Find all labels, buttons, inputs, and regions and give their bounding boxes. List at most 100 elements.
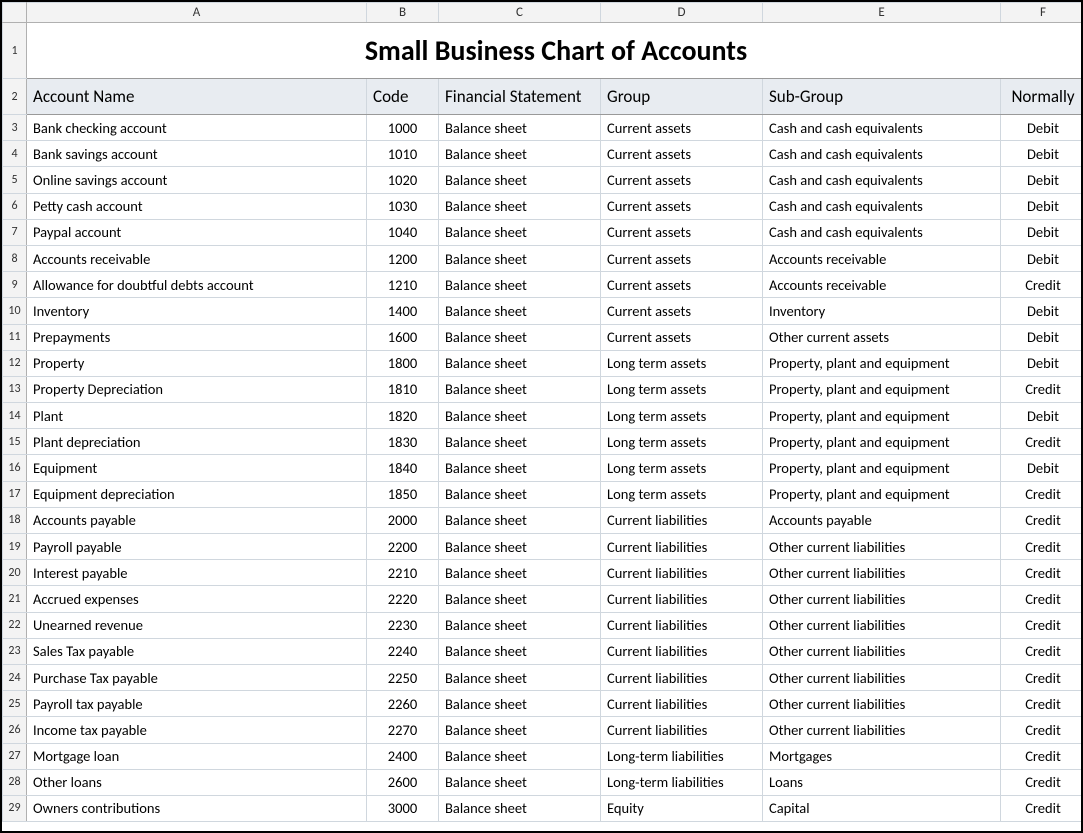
cell-code[interactable]: 1600 (367, 324, 439, 350)
row-header-9[interactable]: 9 (3, 272, 27, 298)
cell-normally[interactable]: Credit (1001, 481, 1083, 507)
cell-code[interactable]: 1020 (367, 167, 439, 193)
cell-sub-group[interactable]: Cash and cash equivalents (763, 115, 1001, 141)
cell-sub-group[interactable]: Property, plant and equipment (763, 481, 1001, 507)
cell-financial-statement[interactable]: Balance sheet (439, 193, 601, 219)
cell-code[interactable]: 1850 (367, 481, 439, 507)
row-header-2[interactable]: 2 (3, 79, 27, 115)
cell-account-name[interactable]: Plant depreciation (27, 429, 367, 455)
cell-code[interactable]: 1200 (367, 245, 439, 271)
cell-normally[interactable]: Debit (1001, 324, 1083, 350)
row-header-20[interactable]: 20 (3, 560, 27, 586)
cell-code[interactable]: 3000 (367, 795, 439, 821)
cell-sub-group[interactable]: Other current liabilities (763, 586, 1001, 612)
cell-account-name[interactable]: Unearned revenue (27, 612, 367, 638)
cell-code[interactable]: 1040 (367, 219, 439, 245)
cell-sub-group[interactable]: Other current liabilities (763, 664, 1001, 690)
cell-group[interactable]: Long term assets (601, 429, 763, 455)
cell-code[interactable]: 1830 (367, 429, 439, 455)
col-header-C[interactable]: C (439, 3, 601, 23)
cell-normally[interactable]: Credit (1001, 560, 1083, 586)
cell-group[interactable]: Current assets (601, 219, 763, 245)
cell-sub-group[interactable]: Inventory (763, 298, 1001, 324)
row-header-7[interactable]: 7 (3, 219, 27, 245)
cell-account-name[interactable]: Paypal account (27, 219, 367, 245)
cell-normally[interactable]: Credit (1001, 795, 1083, 821)
cell-code[interactable]: 2270 (367, 717, 439, 743)
row-header-5[interactable]: 5 (3, 167, 27, 193)
row-header-21[interactable]: 21 (3, 586, 27, 612)
cell-financial-statement[interactable]: Balance sheet (439, 612, 601, 638)
col-header-F[interactable]: F (1001, 3, 1083, 23)
cell-normally[interactable]: Credit (1001, 769, 1083, 795)
cell-financial-statement[interactable]: Balance sheet (439, 298, 601, 324)
cell-account-name[interactable]: Property (27, 350, 367, 376)
cell-normally[interactable]: Debit (1001, 193, 1083, 219)
cell-account-name[interactable]: Property Depreciation (27, 376, 367, 402)
cell-normally[interactable]: Credit (1001, 743, 1083, 769)
cell-normally[interactable]: Credit (1001, 586, 1083, 612)
cell-group[interactable]: Long term assets (601, 376, 763, 402)
cell-financial-statement[interactable]: Balance sheet (439, 743, 601, 769)
cell-financial-statement[interactable]: Balance sheet (439, 245, 601, 271)
cell-group[interactable]: Current liabilities (601, 612, 763, 638)
cell-account-name[interactable]: Accounts receivable (27, 245, 367, 271)
row-header-6[interactable]: 6 (3, 193, 27, 219)
row-header-4[interactable]: 4 (3, 141, 27, 167)
cell-financial-statement[interactable]: Balance sheet (439, 691, 601, 717)
cell-group[interactable]: Current assets (601, 245, 763, 271)
cell-normally[interactable]: Credit (1001, 376, 1083, 402)
cell-code[interactable]: 1810 (367, 376, 439, 402)
row-header-26[interactable]: 26 (3, 717, 27, 743)
cell-group[interactable]: Current liabilities (601, 507, 763, 533)
cell-group[interactable]: Current assets (601, 167, 763, 193)
cell-normally[interactable]: Debit (1001, 350, 1083, 376)
cell-account-name[interactable]: Bank checking account (27, 115, 367, 141)
cell-group[interactable]: Current assets (601, 324, 763, 350)
cell-group[interactable]: Long-term liabilities (601, 743, 763, 769)
row-header-25[interactable]: 25 (3, 691, 27, 717)
cell-account-name[interactable]: Prepayments (27, 324, 367, 350)
cell-sub-group[interactable]: Cash and cash equivalents (763, 193, 1001, 219)
row-header-22[interactable]: 22 (3, 612, 27, 638)
cell-account-name[interactable]: Bank savings account (27, 141, 367, 167)
cell-normally[interactable]: Debit (1001, 115, 1083, 141)
cell-account-name[interactable]: Petty cash account (27, 193, 367, 219)
row-header-1[interactable]: 1 (3, 23, 27, 79)
cell-code[interactable]: 2200 (367, 534, 439, 560)
cell-sub-group[interactable]: Other current liabilities (763, 560, 1001, 586)
cell-sub-group[interactable]: Other current liabilities (763, 717, 1001, 743)
cell-group[interactable]: Current assets (601, 115, 763, 141)
col-header-E[interactable]: E (763, 3, 1001, 23)
cell-normally[interactable]: Credit (1001, 272, 1083, 298)
cell-financial-statement[interactable]: Balance sheet (439, 350, 601, 376)
header-account-name[interactable]: Account Name (27, 79, 367, 115)
cell-account-name[interactable]: Purchase Tax payable (27, 664, 367, 690)
cell-normally[interactable]: Credit (1001, 691, 1083, 717)
cell-financial-statement[interactable]: Balance sheet (439, 481, 601, 507)
cell-normally[interactable]: Credit (1001, 638, 1083, 664)
cell-normally[interactable]: Debit (1001, 245, 1083, 271)
cell-group[interactable]: Current liabilities (601, 534, 763, 560)
cell-sub-group[interactable]: Other current liabilities (763, 534, 1001, 560)
row-header-13[interactable]: 13 (3, 376, 27, 402)
cell-sub-group[interactable]: Other current liabilities (763, 691, 1001, 717)
cell-code[interactable]: 2240 (367, 638, 439, 664)
cell-account-name[interactable]: Income tax payable (27, 717, 367, 743)
cell-code[interactable]: 2400 (367, 743, 439, 769)
cell-account-name[interactable]: Online savings account (27, 167, 367, 193)
row-header-18[interactable]: 18 (3, 507, 27, 533)
cell-group[interactable]: Current liabilities (601, 691, 763, 717)
cell-financial-statement[interactable]: Balance sheet (439, 664, 601, 690)
cell-account-name[interactable]: Owners contributions (27, 795, 367, 821)
cell-account-name[interactable]: Accrued expenses (27, 586, 367, 612)
col-header-B[interactable]: B (367, 3, 439, 23)
cell-sub-group[interactable]: Other current liabilities (763, 638, 1001, 664)
row-header-15[interactable]: 15 (3, 429, 27, 455)
cell-account-name[interactable]: Accounts payable (27, 507, 367, 533)
cell-normally[interactable]: Debit (1001, 298, 1083, 324)
row-header-8[interactable]: 8 (3, 245, 27, 271)
cell-account-name[interactable]: Sales Tax payable (27, 638, 367, 664)
cell-group[interactable]: Equity (601, 795, 763, 821)
cell-sub-group[interactable]: Accounts payable (763, 507, 1001, 533)
